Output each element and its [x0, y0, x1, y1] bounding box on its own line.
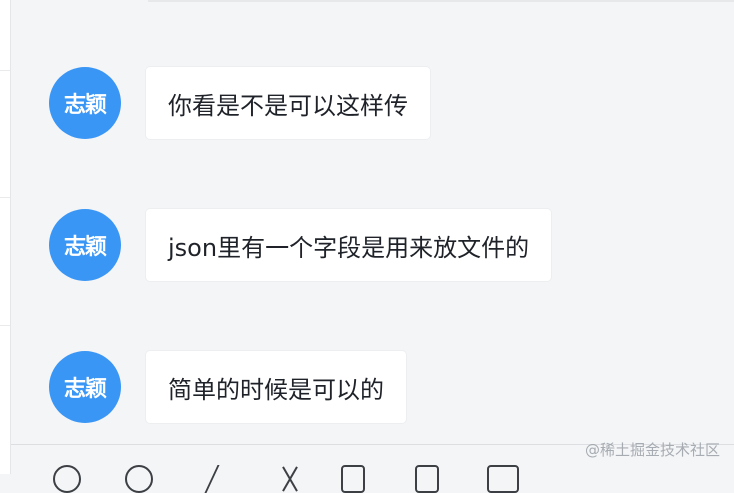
divider: [0, 197, 10, 198]
message-bubble[interactable]: json里有一个字段是用来放文件的: [146, 209, 552, 281]
divider: [0, 325, 10, 326]
folder-icon[interactable]: [415, 465, 439, 493]
message-row: 志颖 json里有一个字段是用来放文件的: [49, 209, 552, 281]
avatar[interactable]: 志颖: [49, 351, 121, 423]
message-bubble[interactable]: 你看是不是可以这样传: [146, 67, 430, 139]
avatar[interactable]: 志颖: [49, 67, 121, 139]
message-row: 志颖 简单的时候是可以的: [49, 351, 406, 423]
file-icon[interactable]: [341, 465, 365, 493]
cut-icon[interactable]: [277, 465, 305, 493]
avatar[interactable]: 志颖: [49, 209, 121, 281]
divider: [0, 70, 10, 71]
more-icon[interactable]: [487, 465, 519, 493]
scissors-icon[interactable]: [204, 465, 232, 493]
history-icon[interactable]: [125, 465, 153, 493]
emoji-icon[interactable]: [53, 465, 81, 493]
left-panel-edge: [0, 0, 11, 474]
message-bubble[interactable]: 简单的时候是可以的: [146, 351, 406, 423]
message-row: 志颖 你看是不是可以这样传: [49, 67, 430, 139]
chat-message-list[interactable]: 志颖 你看是不是可以这样传 志颖 json里有一个字段是用来放文件的 志颖 简单…: [11, 2, 734, 444]
watermark: @稀土掘金技术社区: [584, 441, 720, 459]
